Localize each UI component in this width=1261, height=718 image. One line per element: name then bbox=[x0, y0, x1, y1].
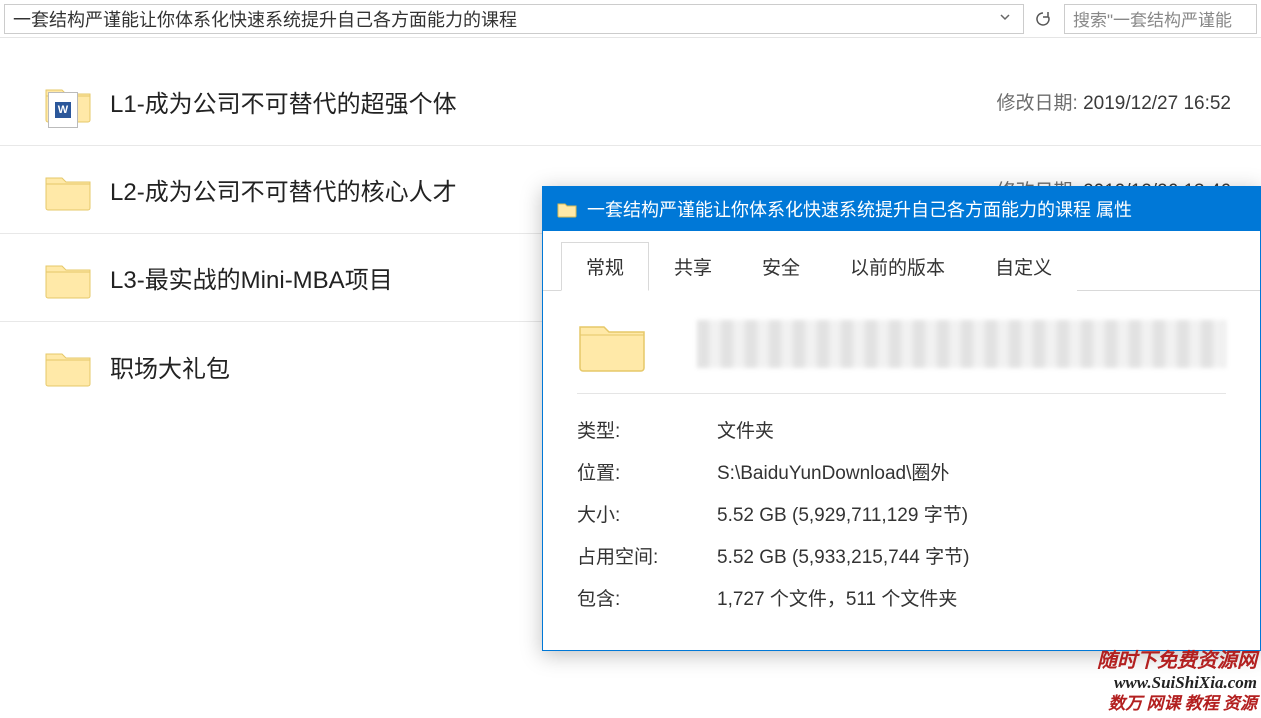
prop-label: 类型: bbox=[577, 416, 717, 443]
search-input[interactable]: 搜索"一套结构严谨能 bbox=[1064, 4, 1257, 34]
explorer-toolbar: 一套结构严谨能让你体系化快速系统提升自己各方面能力的课程 搜索"一套结构严谨能 bbox=[0, 0, 1261, 38]
dialog-tabs: 常规 共享 安全 以前的版本 自定义 bbox=[543, 231, 1260, 291]
list-item[interactable]: W L1-成为公司不可替代的超强个体 修改日期: 2019/12/27 16:5… bbox=[0, 58, 1261, 146]
prop-label: 大小: bbox=[577, 500, 717, 527]
tab-general[interactable]: 常规 bbox=[561, 242, 649, 291]
prop-label: 占用空间: bbox=[577, 542, 717, 569]
tab-customize[interactable]: 自定义 bbox=[970, 242, 1077, 291]
file-meta: 修改日期: 2019/12/27 16:52 bbox=[997, 88, 1231, 115]
prop-row-type: 类型: 文件夹 bbox=[577, 416, 1226, 443]
address-text: 一套结构严谨能让你体系化快速系统提升自己各方面能力的课程 bbox=[13, 6, 995, 32]
folder-icon bbox=[577, 315, 647, 373]
prop-row-ondisk: 占用空间: 5.52 GB (5,933,215,744 字节) bbox=[577, 542, 1226, 569]
dialog-titlebar[interactable]: 一套结构严谨能让你体系化快速系统提升自己各方面能力的课程 属性 bbox=[543, 187, 1260, 231]
dialog-title: 一套结构严谨能让你体系化快速系统提升自己各方面能力的课程 属性 bbox=[587, 196, 1132, 222]
prop-value: S:\BaiduYunDownload\圈外 bbox=[717, 458, 949, 485]
watermark-line3: 数万 网课 教程 资源 bbox=[1097, 694, 1257, 714]
prop-value: 5.52 GB (5,933,215,744 字节) bbox=[717, 542, 969, 569]
refresh-button[interactable] bbox=[1028, 4, 1058, 34]
address-bar[interactable]: 一套结构严谨能让你体系化快速系统提升自己各方面能力的课程 bbox=[4, 4, 1024, 34]
folder-name-input[interactable] bbox=[697, 320, 1226, 368]
folder-doc-icon: W bbox=[44, 72, 92, 132]
folder-icon bbox=[44, 160, 92, 220]
watermark-line1: 随时下免费资源网 bbox=[1097, 649, 1257, 673]
address-dropdown-icon[interactable] bbox=[995, 10, 1015, 28]
prop-label: 包含: bbox=[577, 584, 717, 611]
prop-value: 1,727 个文件，511 个文件夹 bbox=[717, 584, 957, 611]
prop-label: 位置: bbox=[577, 458, 717, 485]
prop-row-contains: 包含: 1,727 个文件，511 个文件夹 bbox=[577, 584, 1226, 611]
dialog-body: 类型: 文件夹 位置: S:\BaiduYunDownload\圈外 大小: 5… bbox=[543, 291, 1260, 650]
folder-icon bbox=[44, 248, 92, 308]
watermark-line2: www.SuiShiXia.com bbox=[1097, 673, 1257, 693]
prop-row-location: 位置: S:\BaiduYunDownload\圈外 bbox=[577, 458, 1226, 485]
properties-dialog: 一套结构严谨能让你体系化快速系统提升自己各方面能力的课程 属性 常规 共享 安全… bbox=[542, 186, 1261, 651]
prop-value: 文件夹 bbox=[717, 416, 774, 443]
watermark: 随时下免费资源网 www.SuiShiXia.com 数万 网课 教程 资源 bbox=[1097, 649, 1257, 714]
tab-security[interactable]: 安全 bbox=[737, 242, 825, 291]
folder-icon bbox=[44, 336, 92, 396]
tab-sharing[interactable]: 共享 bbox=[649, 242, 737, 291]
search-placeholder: 搜索"一套结构严谨能 bbox=[1073, 6, 1232, 31]
folder-icon bbox=[557, 200, 577, 218]
tab-previous[interactable]: 以前的版本 bbox=[825, 242, 970, 291]
prop-value: 5.52 GB (5,929,711,129 字节) bbox=[717, 500, 968, 527]
file-name: L1-成为公司不可替代的超强个体 bbox=[110, 84, 997, 119]
prop-row-size: 大小: 5.52 GB (5,929,711,129 字节) bbox=[577, 500, 1226, 527]
